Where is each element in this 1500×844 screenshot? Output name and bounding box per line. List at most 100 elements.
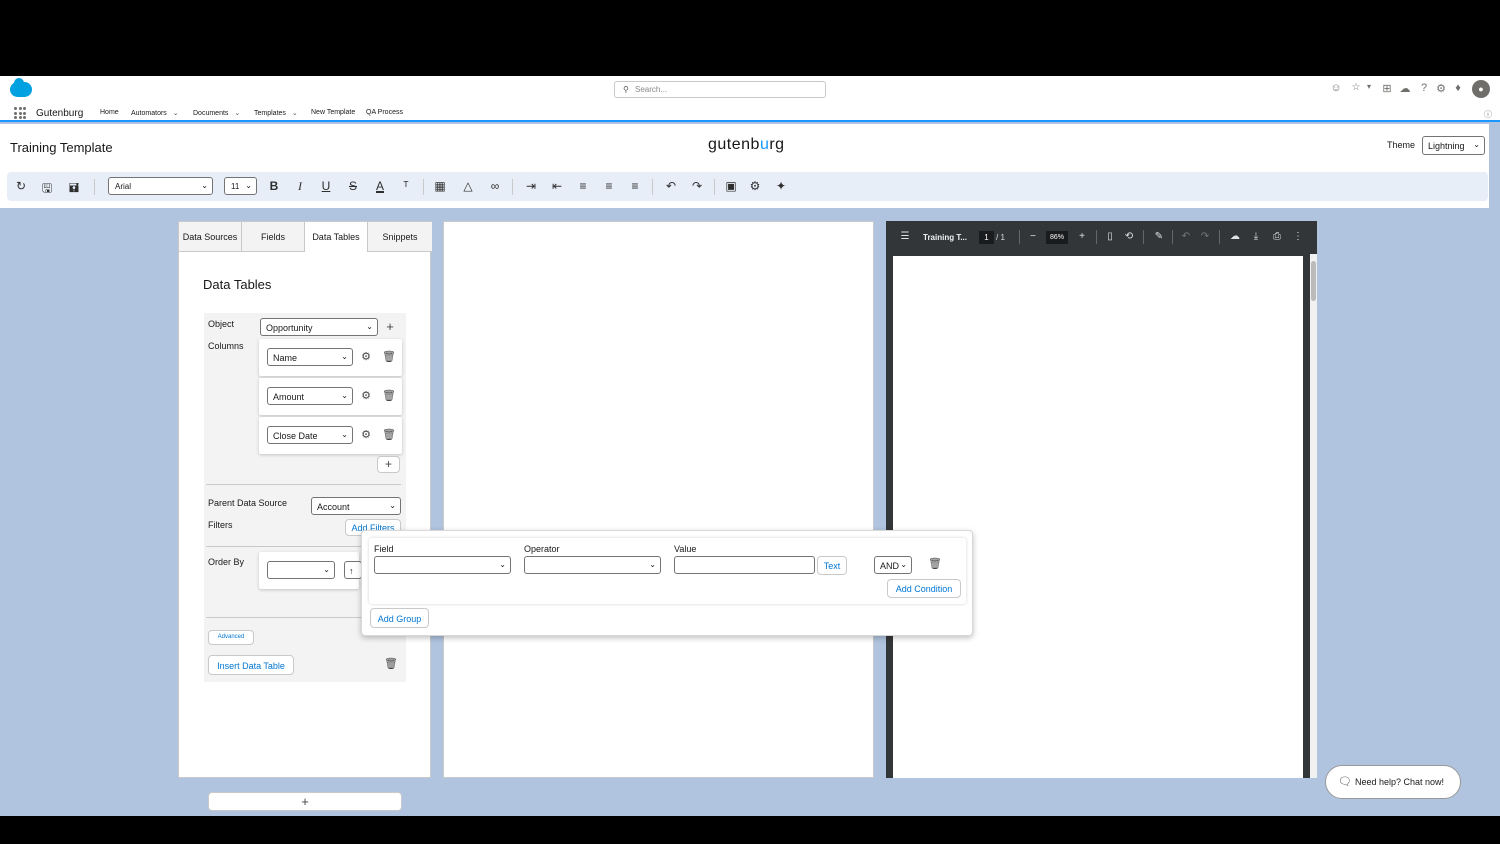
operator-select[interactable]: ⌄ (524, 556, 661, 574)
notifications-bell-icon[interactable]: ♦ (1451, 82, 1465, 94)
zoom-in-icon[interactable]: + (1075, 231, 1089, 242)
column-select[interactable]: Amount ⌄ (267, 387, 353, 405)
theme-value: Lightning (1428, 141, 1465, 151)
add-data-table-button[interactable]: + (208, 792, 402, 811)
value-type-text-button[interactable]: Text (817, 556, 847, 575)
favorites-menu-icon[interactable]: ▾ (1362, 82, 1376, 91)
refresh-icon[interactable]: ↻ (13, 179, 29, 193)
add-column-button[interactable]: + (377, 456, 400, 473)
redo-icon[interactable]: ↷ (689, 179, 705, 193)
pdf-scrollbar[interactable] (1310, 254, 1317, 778)
zoom-out-icon[interactable]: − (1026, 231, 1040, 242)
print-icon[interactable]: ⎙ (1270, 231, 1284, 242)
delete-trash-icon[interactable]: 🗑 (382, 350, 396, 363)
column-settings-gear-icon[interactable]: ⚙ (359, 428, 373, 441)
parent-data-source-select[interactable]: Account ⌄ (311, 497, 401, 515)
fit-page-icon[interactable]: ▯ (1103, 231, 1117, 242)
delete-trash-icon[interactable]: 🗑 (384, 657, 398, 670)
trailhead-icon[interactable]: ☁ (1398, 82, 1412, 95)
italic-icon[interactable]: I (292, 179, 308, 194)
advanced-button[interactable]: Advanced (208, 630, 254, 645)
pdf-page-input[interactable]: 1 (979, 231, 994, 244)
info-icon[interactable]: ⓘ (1481, 109, 1495, 120)
salesforce-logo[interactable] (10, 78, 32, 97)
add-condition-button[interactable]: Add Condition (887, 579, 961, 598)
nav-documents[interactable]: Documents ⌄ (193, 109, 240, 117)
global-search-input[interactable]: ⚲ Search... (614, 81, 826, 98)
column-select[interactable]: Name ⌄ (267, 348, 353, 366)
nav-qa-process[interactable]: QA Process (366, 109, 403, 116)
tab-data-tables[interactable]: Data Tables (305, 222, 368, 252)
chevron-down-icon[interactable]: ⌄ (292, 110, 298, 117)
justify-icon[interactable]: ≡ (627, 179, 643, 193)
text-color-icon[interactable]: A (372, 179, 388, 193)
annotate-pen-icon[interactable]: ✎ (1152, 231, 1166, 242)
save-icon[interactable]: 🖫 (39, 179, 55, 200)
add-object-icon[interactable]: + (383, 319, 397, 334)
save-to-drive-icon[interactable]: ☁ (1228, 231, 1242, 242)
global-actions-icon[interactable]: ⊞ (1380, 82, 1394, 95)
font-family-select[interactable]: Arial ⌄ (108, 177, 213, 195)
help-icon[interactable]: ? (1417, 82, 1431, 94)
underline-icon[interactable]: U (318, 179, 334, 193)
outdent-icon[interactable]: ⇤ (549, 179, 565, 193)
rotate-icon[interactable]: ⟲ (1122, 231, 1136, 242)
tab-data-sources[interactable]: Data Sources (179, 222, 242, 252)
magic-wand-icon[interactable]: ✦ (773, 179, 789, 193)
nav-home[interactable]: Home (100, 109, 119, 116)
undo-icon[interactable]: ↶ (1179, 231, 1193, 242)
nav-templates[interactable]: Templates ⌄ (254, 109, 298, 117)
chevron-down-icon[interactable]: ⌄ (173, 110, 179, 117)
app-launcher-icon[interactable] (14, 107, 26, 119)
tab-snippets[interactable]: Snippets (368, 222, 432, 252)
favorites-star-icon[interactable]: ☆ (1349, 82, 1363, 93)
delete-trash-icon[interactable]: 🗑 (382, 428, 396, 441)
chat-help-button[interactable]: 🗨 Need help? Chat now! (1325, 765, 1461, 799)
redo-icon[interactable]: ↷ (1198, 231, 1212, 242)
column-settings-gear-icon[interactable]: ⚙ (359, 389, 373, 402)
download-icon[interactable]: ⤓ (1249, 231, 1263, 242)
image-icon[interactable]: △ (460, 179, 476, 193)
table-icon[interactable]: ▦ (432, 179, 448, 193)
delete-trash-icon[interactable]: 🗑 (382, 389, 396, 402)
align-left-icon[interactable]: ≡ (575, 179, 591, 193)
undo-icon[interactable]: ↶ (663, 179, 679, 193)
nav-new-template[interactable]: New Template (311, 109, 355, 116)
pdf-scrollbar-thumb[interactable] (1311, 261, 1316, 301)
chevron-down-icon[interactable]: ⌄ (234, 110, 240, 117)
theme-select[interactable]: Lightning ⌄ (1422, 136, 1485, 155)
menu-icon[interactable]: ☰ (898, 231, 912, 242)
app-name: Gutenburg (36, 108, 84, 119)
column-select[interactable]: Close Date ⌄ (267, 426, 353, 444)
pdf-zoom-input[interactable]: 86% (1046, 231, 1068, 244)
nav-automators[interactable]: Automators ⌄ (131, 109, 179, 117)
font-size-select[interactable]: 11 ⌄ (224, 177, 257, 195)
page-scrollbar[interactable] (1489, 122, 1500, 816)
theme-label: Theme (1387, 140, 1416, 150)
align-center-icon[interactable]: ≡ (601, 179, 617, 193)
value-input[interactable] (674, 556, 815, 574)
insert-data-table-button[interactable]: Insert Data Table (208, 655, 294, 675)
save-as-icon[interactable]: 🖬 (66, 179, 82, 200)
order-by-select[interactable]: ⌄ (267, 561, 335, 579)
add-group-button[interactable]: Add Group (370, 608, 429, 628)
strikethrough-icon[interactable]: S (345, 179, 361, 193)
more-options-icon[interactable]: ⋮ (1291, 231, 1305, 242)
clear-format-icon[interactable]: ᵀ (398, 179, 414, 193)
logic-select[interactable]: AND ⌄ (874, 556, 912, 574)
preview-icon[interactable]: ▣ (723, 179, 739, 193)
bold-icon[interactable]: B (266, 179, 282, 193)
object-select[interactable]: Opportunity ⌄ (260, 318, 378, 336)
template-editor-canvas[interactable] (443, 221, 874, 778)
delete-trash-icon[interactable]: 🗑 (928, 557, 942, 570)
link-icon[interactable]: ∞ (487, 179, 503, 193)
indent-icon[interactable]: ⇥ (523, 179, 539, 193)
settings-gear-icon[interactable]: ⚙ (747, 179, 763, 193)
tab-fields[interactable]: Fields (242, 222, 305, 252)
user-avatar[interactable]: ● (1472, 80, 1490, 98)
field-select[interactable]: ⌄ (374, 556, 511, 574)
setup-gear-icon[interactable]: ⚙ (1434, 82, 1448, 95)
sort-direction-button[interactable]: ↑ (344, 561, 362, 579)
column-settings-gear-icon[interactable]: ⚙ (359, 350, 373, 363)
assistant-icon[interactable]: ☺ (1329, 82, 1343, 94)
